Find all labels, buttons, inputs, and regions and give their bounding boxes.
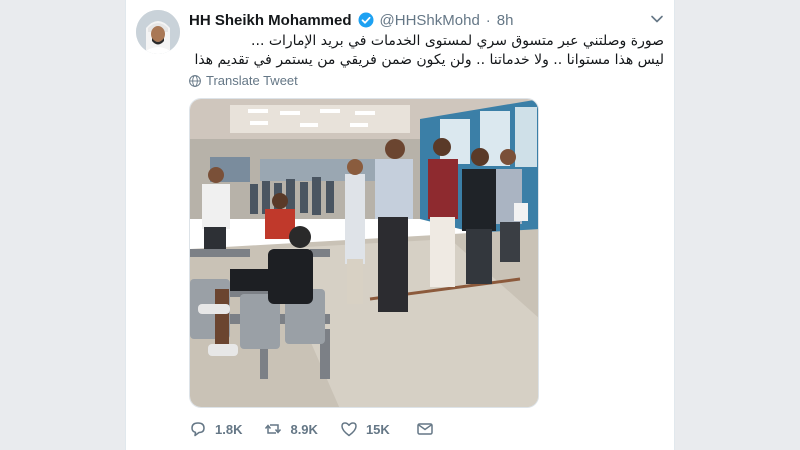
separator-dot: · — [485, 11, 491, 29]
tweet-text-line-2: ليس هذا مستوانا .. ولا خدماتنا .. ولن يك… — [189, 52, 664, 68]
translate-tweet-link[interactable]: Translate Tweet — [189, 73, 298, 88]
verified-badge-icon — [358, 12, 374, 28]
retweet-icon — [265, 424, 282, 434]
tweet-header: HH Sheikh Mohammed @HHShkMohd · 8h — [189, 10, 664, 30]
like-icon — [341, 422, 357, 437]
chevron-down-icon[interactable] — [650, 12, 664, 26]
reply-button[interactable]: 1.8K — [189, 420, 242, 438]
tweet-text: صورة وصلتني عبر متسوق سري لمستوى الخدمات… — [189, 32, 664, 70]
tweet-photo[interactable] — [189, 98, 539, 408]
tweet-card: HH Sheikh Mohammed @HHShkMohd · 8h صورة … — [125, 0, 675, 450]
direct-message-button[interactable] — [416, 420, 434, 438]
author-handle[interactable]: @HHShkMohd — [380, 12, 480, 29]
tweet-timestamp[interactable]: 8h — [497, 12, 514, 29]
reply-icon — [191, 422, 205, 437]
message-icon — [417, 423, 433, 435]
translate-label: Translate Tweet — [206, 73, 298, 88]
retweet-count: 8.9K — [290, 421, 318, 437]
like-count: 15K — [365, 421, 390, 437]
avatar[interactable] — [136, 10, 180, 54]
tweet-text-line-1: صورة وصلتني عبر متسوق سري لمستوى الخدمات… — [251, 33, 664, 49]
retweet-button[interactable]: 8.9K — [264, 420, 318, 438]
reply-count: 1.8K — [215, 421, 243, 437]
like-button[interactable]: 15K — [340, 420, 390, 438]
author-name[interactable]: HH Sheikh Mohammed — [189, 12, 352, 29]
globe-icon — [189, 74, 201, 87]
tweet-actions: 1.8K 8.9K 15K — [189, 420, 434, 438]
